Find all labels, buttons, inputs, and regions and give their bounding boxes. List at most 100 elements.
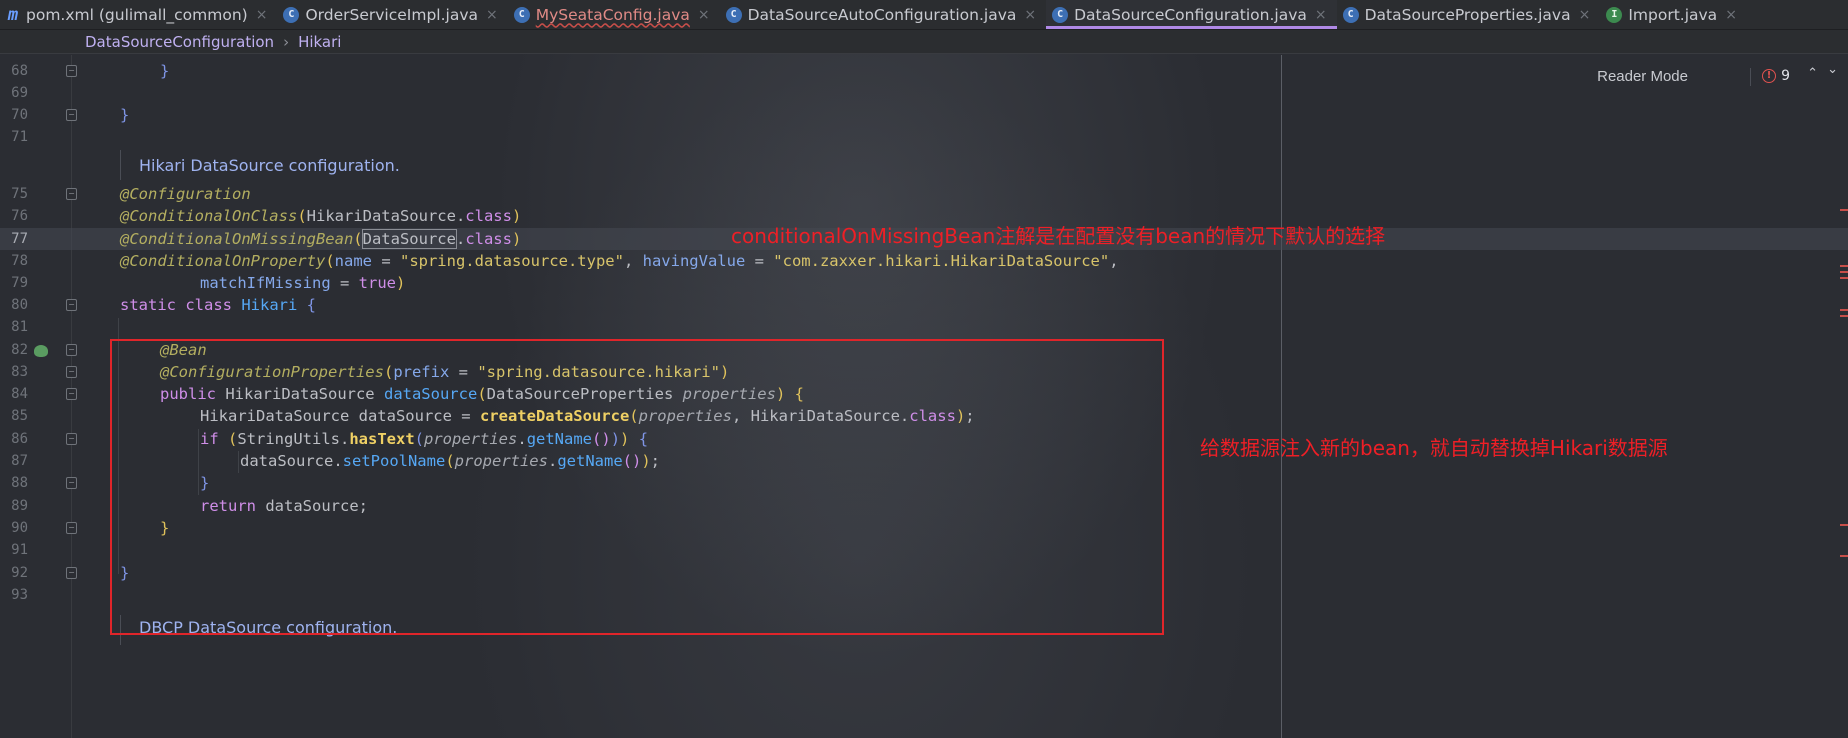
- fold-icon[interactable]: −: [66, 109, 77, 121]
- code-line: 68 − }: [0, 60, 1848, 82]
- tab-1[interactable]: C OrderServiceImpl.java ×: [277, 0, 507, 29]
- error-stripe[interactable]: [1840, 209, 1848, 211]
- code-line: 81: [0, 316, 1848, 338]
- breadcrumb: DataSourceConfiguration › Hikari: [0, 30, 1848, 54]
- code-line: 75 − @Configuration: [0, 183, 1848, 205]
- error-stripe[interactable]: [1840, 265, 1848, 267]
- close-icon[interactable]: ×: [1315, 7, 1327, 23]
- code-text: HikariDataSource dataSource = createData…: [200, 407, 975, 425]
- doc-comment-bar: [120, 150, 121, 180]
- close-icon[interactable]: ×: [1579, 7, 1591, 23]
- code-text: @ConditionalOnClass(HikariDataSource.cla…: [120, 207, 522, 225]
- code-line: 84 − public HikariDataSource dataSource(…: [0, 383, 1848, 405]
- code-line: 89 return dataSource;: [0, 495, 1848, 517]
- code-text: @ConditionalOnMissingBean(DataSource.cla…: [120, 229, 522, 249]
- error-stripe[interactable]: [1840, 555, 1848, 557]
- close-icon[interactable]: ×: [1725, 7, 1737, 23]
- line-number: 78: [11, 253, 28, 269]
- tab-label: MySeataConfig.java: [535, 5, 690, 24]
- fold-icon[interactable]: −: [66, 188, 77, 200]
- line-number: 69: [11, 85, 28, 101]
- tab-6[interactable]: I Import.java ×: [1600, 0, 1747, 29]
- tab-0[interactable]: m pom.xml (gulimall_common) ×: [0, 0, 277, 29]
- code-line: 82 − @Bean: [0, 339, 1848, 361]
- code-text: @ConditionalOnProperty(name = "spring.da…: [120, 252, 1119, 270]
- fold-icon[interactable]: −: [66, 299, 77, 311]
- line-number: 90: [11, 520, 28, 536]
- class-icon: C: [1342, 6, 1359, 23]
- close-icon[interactable]: ×: [698, 7, 710, 23]
- class-icon: C: [725, 6, 742, 23]
- line-number: 84: [11, 386, 28, 402]
- doc-comment-dbcp: DBCP DataSource configuration.: [139, 618, 398, 637]
- fold-icon[interactable]: −: [66, 65, 77, 77]
- fold-icon[interactable]: −: [66, 366, 77, 378]
- code-text: }: [120, 564, 130, 582]
- close-icon[interactable]: ×: [486, 7, 498, 23]
- breadcrumb-separator: ›: [283, 32, 290, 51]
- code-text: if (StringUtils.hasText(properties.getNa…: [200, 430, 649, 448]
- annotation-inject-note: 给数据源注入新的bean，就自动替换掉Hikari数据源: [1200, 436, 1668, 460]
- line-number: 91: [11, 542, 28, 558]
- code-editor[interactable]: Reader Mode ! 9 ⌃ ⌄ 68 − } 69 70 − } 71 …: [0, 55, 1848, 738]
- error-stripe[interactable]: [1840, 524, 1848, 526]
- code-text: @ConfigurationProperties(prefix = "sprin…: [160, 363, 730, 381]
- annotation-missing-bean-note: conditionalOnMissingBean注解是在配置没有bean的情况下…: [731, 224, 1386, 248]
- code-line: 83 − @ConfigurationProperties(prefix = "…: [0, 361, 1848, 383]
- breadcrumb-file[interactable]: DataSourceConfiguration: [85, 33, 274, 51]
- indent-guide: [238, 451, 239, 473]
- class-icon: C: [513, 6, 530, 23]
- line-number: 92: [11, 565, 28, 581]
- doc-comment-bar: [120, 615, 121, 645]
- line-number: 71: [11, 129, 28, 145]
- fold-icon[interactable]: −: [66, 344, 77, 356]
- tab-label: DataSourceAutoConfiguration.java: [747, 5, 1017, 24]
- line-number: 88: [11, 475, 28, 491]
- close-icon[interactable]: ×: [1024, 7, 1036, 23]
- tab-label: DataSourceProperties.java: [1364, 5, 1571, 24]
- tab-label: DataSourceConfiguration.java: [1074, 5, 1307, 24]
- class-icon: C: [283, 6, 300, 23]
- tab-5[interactable]: C DataSourceProperties.java ×: [1337, 0, 1601, 29]
- code-text: static class Hikari {: [120, 296, 317, 314]
- fold-icon[interactable]: −: [66, 433, 77, 445]
- tab-label: pom.xml (gulimall_common): [26, 5, 248, 24]
- code-line: 79 matchIfMissing = true): [0, 272, 1848, 294]
- code-text: }: [160, 519, 170, 537]
- line-number: 93: [11, 587, 28, 603]
- line-number: 87: [11, 453, 28, 469]
- line-number: 70: [11, 107, 28, 123]
- interface-icon: I: [1606, 6, 1623, 23]
- error-stripe[interactable]: [1840, 277, 1848, 279]
- code-text: dataSource.setPoolName(properties.getNam…: [240, 452, 661, 470]
- code-text: matchIfMissing = true): [200, 274, 406, 292]
- code-text: }: [160, 62, 170, 80]
- tab-label: OrderServiceImpl.java: [305, 5, 478, 24]
- editor-tab-bar: m pom.xml (gulimall_common) × C OrderService…: [0, 0, 1848, 30]
- fold-icon[interactable]: −: [66, 477, 77, 489]
- code-text: }: [200, 474, 210, 492]
- line-number: 77: [11, 231, 28, 247]
- tab-2[interactable]: C MySeataConfig.java ×: [508, 0, 720, 29]
- tab-4[interactable]: C DataSourceConfiguration.java ×: [1046, 0, 1337, 29]
- code-line: 88 − }: [0, 472, 1848, 494]
- error-stripe[interactable]: [1840, 309, 1848, 311]
- fold-icon[interactable]: −: [66, 567, 77, 579]
- line-number: 68: [11, 63, 28, 79]
- close-icon[interactable]: ×: [256, 7, 268, 23]
- error-stripe[interactable]: [1840, 271, 1848, 273]
- line-number: 85: [11, 408, 28, 424]
- code-text: @Bean: [160, 341, 207, 359]
- fold-icon[interactable]: −: [66, 522, 77, 534]
- maven-icon: m: [7, 4, 19, 25]
- indent-guide: [198, 429, 199, 495]
- breadcrumb-member[interactable]: Hikari: [298, 33, 341, 51]
- error-stripe[interactable]: [1840, 315, 1848, 317]
- tab-label: Import.java: [1628, 5, 1718, 24]
- indent-guide: [118, 318, 119, 574]
- tab-3[interactable]: C DataSourceAutoConfiguration.java ×: [720, 0, 1047, 29]
- bean-gutter-icon[interactable]: [34, 345, 48, 357]
- line-number: 75: [11, 186, 28, 202]
- code-text: @Configuration: [120, 185, 251, 203]
- fold-icon[interactable]: −: [66, 388, 77, 400]
